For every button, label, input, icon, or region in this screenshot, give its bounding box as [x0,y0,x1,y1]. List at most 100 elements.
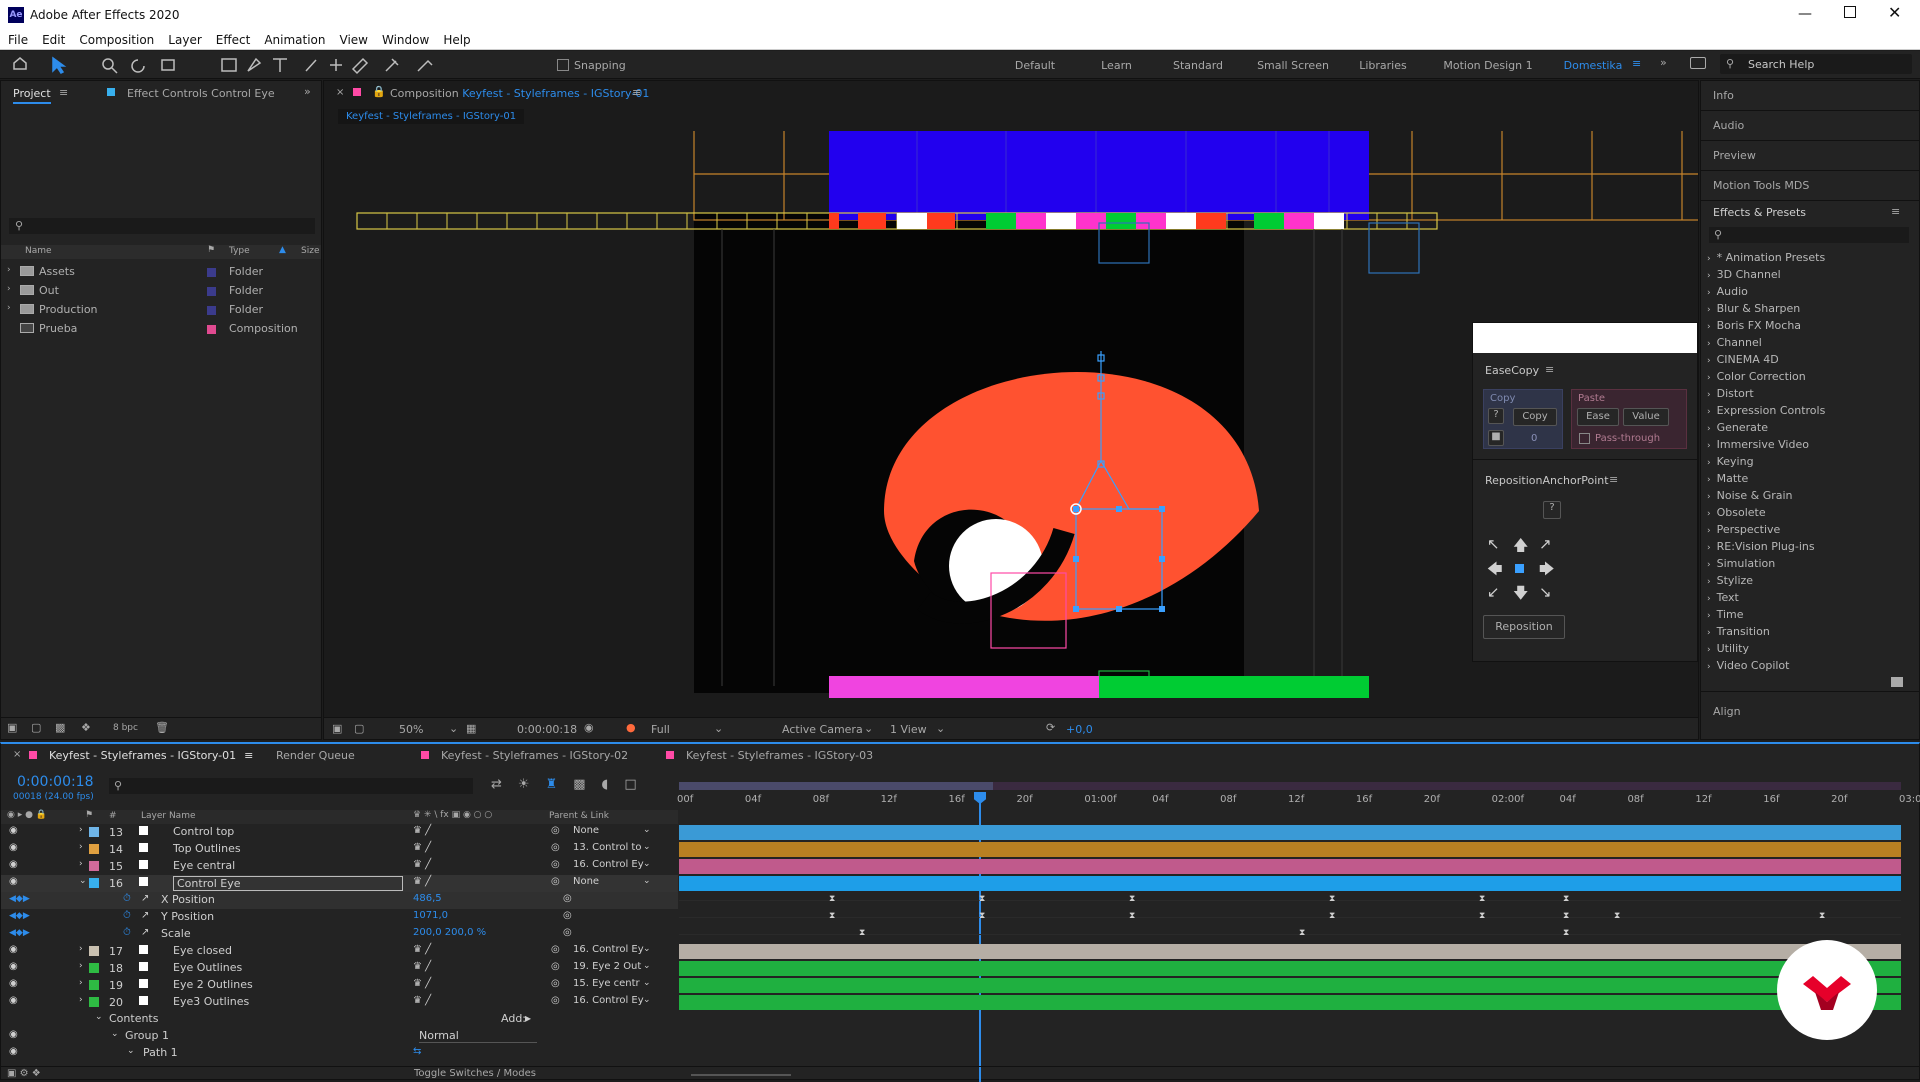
parent-chevron-icon[interactable]: ⌄ [643,944,651,954]
layer-row[interactable]: ◉ ⌄ 16 Control Eye ♛ ╱ ◎ None ⌄ [1,875,678,892]
eye-icon[interactable]: ◉ [9,961,18,972]
eye-icon[interactable]: ◉ [9,825,18,836]
panel-audio[interactable]: Audio [1701,111,1919,141]
current-time[interactable]: 0:00:00:18 [517,723,577,736]
layer-name[interactable]: Eye3 Outlines [173,995,249,1008]
layer-label-color[interactable] [89,844,99,854]
label-tag-icon[interactable]: ⚑ [207,245,215,255]
layer-row[interactable]: ◉ › 14 Top Outlines ♛ ╱ ◎ 13. Control to ⌄ [1,841,678,858]
effects-category[interactable]: › Text [1701,591,1919,608]
effects-menu-icon[interactable]: ≡ [1891,205,1900,218]
keyframe-icon[interactable]: ⧗ [979,895,986,904]
project-item[interactable]: › Production Folder [1,301,321,320]
effects-category[interactable]: › Generate [1701,421,1919,438]
timeline-tab[interactable]: Render Queue [276,749,355,762]
col-size[interactable]: Size [301,246,319,256]
panel-info[interactable]: Info [1701,81,1919,111]
effects-category[interactable]: › Utility [1701,642,1919,659]
expand-chevron-icon[interactable]: › [79,944,83,954]
label-color[interactable] [207,268,216,277]
layer-name[interactable]: Eye Outlines [173,961,242,974]
passthrough-checkbox[interactable] [1579,433,1590,444]
pickwhip-icon[interactable]: ◎ [551,995,560,1006]
workspace-motion-design-1[interactable]: Motion Design 1 [1423,59,1553,72]
pickwhip-icon[interactable]: ◎ [563,910,572,921]
project-tab[interactable]: Project [13,87,51,104]
layer-label-color[interactable] [89,963,99,973]
expand-chevron-icon[interactable]: › [79,859,83,869]
keyframe-icon[interactable]: ⧗ [1329,912,1336,921]
parent-chevron-icon[interactable]: ⌄ [643,876,651,886]
keyframe-icon[interactable]: ⧗ [829,895,836,904]
property-row[interactable]: ◀◆▶ ⏱ ↗ X Position 486,5 ◎ [1,892,678,909]
toggle-switches-modes[interactable]: Toggle Switches / Modes [414,1068,536,1079]
keyframe-nav-icon[interactable]: ◀◆▶ [9,928,30,938]
keyframe-icon[interactable]: ⧗ [829,912,836,921]
switches-hdr-icons[interactable]: ♛ ✳ \ fx ▣ ◉ ○ ○ [413,810,492,820]
label-icon[interactable]: ⚑ [85,810,93,820]
maximize-icon[interactable] [1844,6,1856,18]
tab-menu-icon[interactable]: ≡ [244,749,253,762]
property-row[interactable]: ◀◆▶ ⏱ ↗ Y Position 1071,0 ◎ [1,909,678,926]
effects-category[interactable]: › Boris FX Mocha [1701,319,1919,336]
pickwhip-icon[interactable]: ◎ [563,927,572,938]
keyframe-icon[interactable]: ⧗ [1329,895,1336,904]
views-chevron-icon[interactable]: ⌄ [936,722,945,735]
layer-duration-bar[interactable] [679,978,1901,993]
timeline-search[interactable]: ⚲ [109,778,473,794]
layer-name[interactable]: Control top [173,825,234,838]
new-bin-icon[interactable] [1891,677,1903,687]
comp-breadcrumb[interactable]: Keyfest - Styleframes - IGStory-01 [338,109,525,124]
menu-file[interactable]: File [8,33,28,47]
reposition-button[interactable]: Reposition [1483,615,1565,639]
pickwhip-icon[interactable]: ◎ [551,842,560,853]
layer-label-color[interactable] [89,878,99,888]
keyframe-icon[interactable]: ⧗ [1479,895,1486,904]
snapshot-icon[interactable]: ◉ [584,721,594,734]
av-switch-icons[interactable]: ◉ ▸ ● 🔒 [7,810,47,820]
eye-icon[interactable]: ◉ [9,1046,18,1057]
expand-chevron-icon[interactable]: › [7,303,11,313]
parent-chevron-icon[interactable]: ⌄ [643,859,651,869]
comp-flow-icon[interactable]: ⇄ [491,777,502,792]
effects-category[interactable]: › Keying [1701,455,1919,472]
effects-category[interactable]: › Matte [1701,472,1919,489]
views-select[interactable]: 1 View [890,723,927,736]
layer-switch-icons[interactable]: ♛ ╱ [413,995,431,1006]
parent-chevron-icon[interactable]: ⌄ [643,995,651,1005]
menu-view[interactable]: View [340,33,368,47]
effects-category[interactable]: › Audio [1701,285,1919,302]
timeline-tab[interactable]: Keyfest - Styleframes - IGStory-01 ≡ [29,749,253,762]
tab-close-icon[interactable]: × [13,749,21,760]
ease-button[interactable]: Ease [1577,408,1619,426]
workspace-libraries[interactable]: Libraries [1343,59,1423,72]
pickwhip-icon[interactable]: ◎ [551,825,560,836]
group-row[interactable]: ◉ ⌄ Group 1 Normal [1,1028,678,1045]
arrow-sw-icon[interactable]: ↙ [1487,583,1500,601]
arrow-ne-icon[interactable]: ↗ [1539,535,1552,553]
zoom-chevron-icon[interactable]: ⌄ [449,722,458,735]
layer-label-color[interactable] [89,827,99,837]
current-time-display[interactable]: 0:00:00:18 [17,774,94,790]
layer-row[interactable]: ◉ › 15 Eye central ♛ ╱ ◎ 16. Control Ey ⌄ [1,858,678,875]
layer-label-color[interactable] [89,946,99,956]
work-area-in[interactable] [679,782,993,790]
menu-layer[interactable]: Layer [168,33,201,47]
pickwhip-icon[interactable]: ◎ [551,859,560,870]
effects-category[interactable]: › Expression Controls [1701,404,1919,421]
label-color[interactable] [207,325,216,334]
keyframe-icon[interactable]: ⧗ [1563,929,1570,938]
keyframe-icon[interactable]: ⧗ [1129,912,1136,921]
col-type[interactable]: Type [229,246,250,256]
keyframe-icon[interactable]: ⧗ [979,912,986,921]
layer-row[interactable]: ◉ › 20 Eye3 Outlines ♛ ╱ ◎ 16. Control Ey ⌄ [1,994,678,1011]
label-color[interactable] [207,287,216,296]
parent-chevron-icon[interactable]: ⌄ [643,961,651,971]
effects-category[interactable]: › Distort [1701,387,1919,404]
new-folder-icon[interactable]: ▢ [31,721,41,734]
effects-category[interactable]: › Time [1701,608,1919,625]
mask-icon[interactable]: ▢ [354,722,364,735]
property-value[interactable]: 486,5 [413,893,442,904]
frame-blend-icon[interactable]: ▩ [573,777,585,792]
pickwhip-icon[interactable]: ◎ [551,961,560,972]
